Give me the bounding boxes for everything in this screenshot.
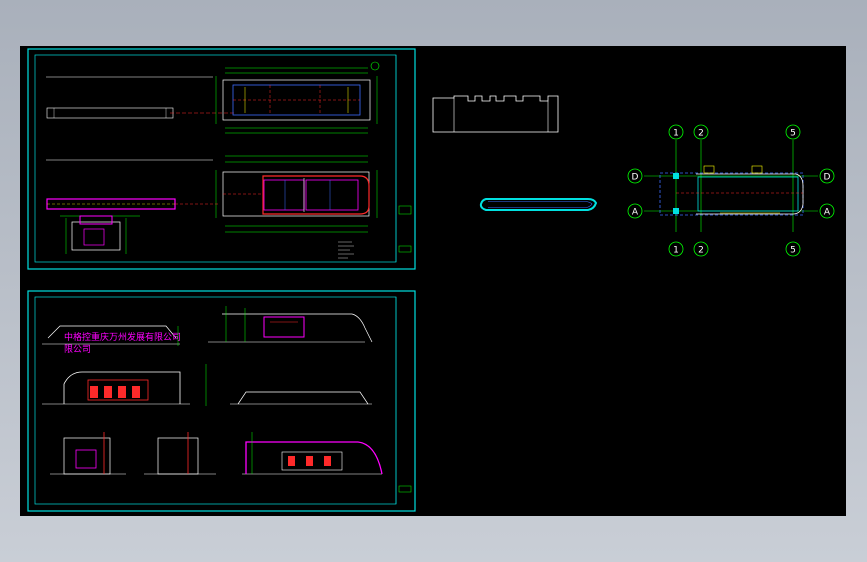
- grid-col-label: 2: [698, 129, 704, 139]
- roof-plan: [215, 61, 380, 134]
- grid-col-label: 2: [698, 246, 704, 256]
- grid-row-label: D: [824, 173, 831, 183]
- small-section: [60, 215, 140, 254]
- front-elevation: [42, 364, 207, 406]
- canopy-outline-cyan: [479, 198, 598, 211]
- grid-row-label: D: [632, 173, 639, 183]
- sheet-plans: [27, 48, 416, 270]
- loose-outline-drawing: [432, 95, 559, 133]
- grid-row-label: A: [824, 208, 831, 218]
- grid-col-label: 1: [673, 246, 679, 256]
- section-elevations: [50, 432, 383, 475]
- elevation-company-text: 中格控重庆万州发展有限公司: [64, 331, 181, 343]
- side-elevation: [177, 306, 373, 346]
- axis-grid-plan: 1 2 5 1 2 5 D A D A: [627, 124, 835, 257]
- grid-col-label: 5: [790, 129, 796, 139]
- grid-col-label: 1: [673, 129, 679, 139]
- svg-text:限公司: 限公司: [64, 344, 91, 355]
- sheet-elevations: 中格控重庆万州发展有限公司 限公司: [27, 290, 416, 512]
- billboard-elevation: 中格控重庆万州发展有限公司 限公司: [42, 325, 181, 355]
- grid-col-label: 5: [790, 246, 796, 256]
- floor-plan: [215, 155, 378, 233]
- cad-drawing-svg: 中格控重庆万州发展有限公司 限公司 1 2 5 1 2 5 D A D A: [27, 48, 835, 512]
- cad-drawing-canvas[interactable]: 中格控重庆万州发展有限公司 限公司 1 2 5 1 2 5 D A D A: [20, 46, 846, 516]
- grid-row-label: A: [632, 208, 639, 218]
